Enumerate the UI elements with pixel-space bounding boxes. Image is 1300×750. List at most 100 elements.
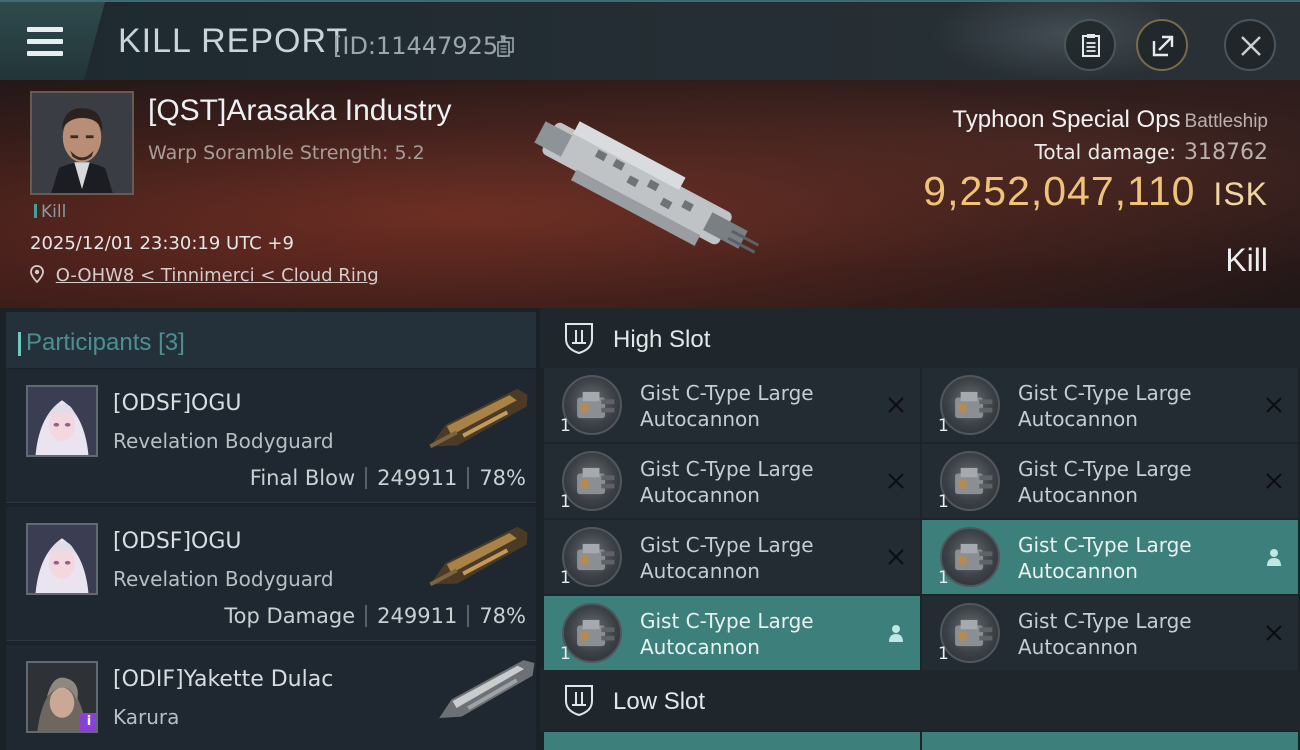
participant-ship: Revelation Bodyguard	[113, 567, 334, 591]
isk-unit: ISK	[1213, 176, 1268, 212]
participant-card[interactable]: i [ODIF]Yakette Dulac Karura	[6, 645, 536, 750]
module-name: Gist C-Type Large Autocannon	[640, 532, 870, 584]
victim-avatar[interactable]	[30, 91, 134, 195]
destroyed-x-icon	[888, 473, 904, 489]
low-slot-label: Low Slot	[613, 688, 706, 715]
participant-name: [ODSF]OGU	[113, 391, 242, 416]
participant-avatar	[26, 523, 98, 595]
participant-ship: Revelation Bodyguard	[113, 429, 334, 453]
destroyed-x-icon	[1266, 625, 1282, 641]
location-link[interactable]: O-OHW8 < Tinnimerci < Cloud Ring	[56, 265, 379, 286]
module-name-line2: Autocannon	[1018, 559, 1138, 583]
module-quantity: 1	[938, 492, 949, 512]
participant-stats: Top Damage 249911 78%	[224, 604, 526, 628]
high-slot-module[interactable]: 1 Gist C-Type Large Autocannon	[544, 520, 920, 594]
total-damage: Total damage: 318762	[1035, 140, 1268, 165]
clipboard-button[interactable]	[1064, 19, 1116, 71]
participant-name: [ODIF]Yakette Dulac	[113, 667, 334, 692]
module-name-line2: Autocannon	[1018, 483, 1138, 507]
module-name-line1: Gist C-Type Large	[1018, 609, 1192, 633]
module-quantity: 1	[938, 568, 949, 588]
module-name-line1: Gist C-Type Large	[640, 457, 814, 481]
high-slot-module[interactable]: 1 Gist C-Type Large Autocannon	[544, 444, 920, 518]
high-slot-label: High Slot	[613, 326, 711, 353]
high-slot-module[interactable]: 1 Gist C-Type Large Autocannon	[922, 368, 1298, 442]
high-slot-module[interactable]: 1 Gist C-Type Large Autocannon	[922, 520, 1298, 594]
module-name-line2: Autocannon	[640, 407, 760, 431]
autocannon-icon	[562, 451, 622, 511]
high-slot-module[interactable]: 1 Gist C-Type Large Autocannon	[544, 368, 920, 442]
dropped-person-icon	[889, 625, 903, 642]
kill-location[interactable]: O-OHW8 < Tinnimerci < Cloud Ring	[30, 265, 379, 286]
participant-card[interactable]: [ODSF]OGU Revelation Bodyguard Top Damag…	[6, 507, 536, 641]
menu-button[interactable]	[0, 2, 105, 80]
divider	[365, 467, 368, 489]
participant-card[interactable]: [ODSF]OGU Revelation Bodyguard Final Blo…	[6, 369, 536, 503]
autocannon-icon	[940, 451, 1000, 511]
ship-name: Typhoon Special Ops	[952, 106, 1181, 133]
top-bar: KILL REPORT [ID:11447925]	[0, 0, 1300, 82]
kill-result: Kill	[1225, 242, 1268, 278]
participant-role: Top Damage	[224, 604, 356, 628]
participant-stats: Final Blow 249911 78%	[250, 466, 526, 490]
divider	[467, 605, 470, 627]
kill-tag: Kill	[34, 202, 66, 222]
module-quantity: 1	[938, 416, 949, 436]
page-title: KILL REPORT	[118, 22, 349, 60]
hamburger-icon-bar	[27, 51, 63, 56]
participant-ship-image	[429, 526, 528, 587]
high-slot-module[interactable]: 1 Gist C-Type Large Autocannon	[922, 596, 1298, 670]
high-slot-header: High Slot	[540, 308, 1300, 368]
share-button[interactable]	[1136, 19, 1188, 71]
module-name-line1: Gist C-Type Large	[1018, 457, 1192, 481]
module-name-line2: Autocannon	[640, 635, 760, 659]
participant-ship-image	[429, 388, 528, 449]
hamburger-icon-bar	[27, 39, 63, 44]
close-button[interactable]	[1224, 19, 1276, 71]
module-name-line2: Autocannon	[640, 559, 760, 583]
high-slot-module[interactable]: 1 Gist C-Type Large Autocannon	[922, 444, 1298, 518]
share-icon	[1152, 35, 1174, 57]
module-name: Gist C-Type Large Autocannon	[640, 456, 870, 508]
participants-count: [3]	[158, 329, 185, 356]
ship-class: Battleship	[1184, 111, 1268, 132]
module-name: Gist C-Type Large Autocannon	[1018, 532, 1248, 584]
location-pin-icon	[30, 265, 44, 284]
module-name-line1: Gist C-Type Large	[1018, 533, 1192, 557]
ship-type[interactable]: Typhoon Special Ops Battleship	[952, 106, 1268, 134]
destroyed-x-icon	[888, 549, 904, 565]
module-quantity: 1	[938, 644, 949, 664]
kill-summary: [QST]Arasaka Industry Warp Soramble Stre…	[0, 80, 1300, 308]
victim-name[interactable]: [QST]Arasaka Industry	[148, 94, 451, 128]
module-name: Gist C-Type Large Autocannon	[640, 608, 870, 660]
autocannon-icon	[940, 603, 1000, 663]
copy-icon[interactable]	[497, 37, 515, 57]
participant-avatar	[26, 385, 98, 457]
low-slot-module-partial[interactable]	[922, 732, 1298, 750]
module-name: Gist C-Type Large Autocannon	[1018, 456, 1248, 508]
module-name-line1: Gist C-Type Large	[640, 609, 814, 633]
close-icon	[1241, 36, 1261, 56]
destroyed-x-icon	[1266, 473, 1282, 489]
module-quantity: 1	[560, 416, 571, 436]
participant-avatar: i	[26, 661, 98, 733]
high-slot-module[interactable]: 1 Gist C-Type Large Autocannon	[544, 596, 920, 670]
participants-panel: Participants [3] [ODSF]OGU Revelation Bo…	[0, 308, 540, 750]
autocannon-icon	[940, 375, 1000, 435]
hamburger-icon-bar	[27, 27, 63, 32]
fitting-panel: High Slot 1 Gist C-Type Large Autocannon 1 G…	[540, 308, 1300, 750]
autocannon-icon	[562, 375, 622, 435]
module-quantity: 1	[560, 568, 571, 588]
autocannon-icon	[562, 603, 622, 663]
participant-damage: 249911	[377, 604, 458, 628]
low-slot-module-partial[interactable]	[544, 732, 920, 750]
victim-ship-image	[534, 121, 760, 254]
divider	[467, 467, 470, 489]
participants-label: Participants	[26, 329, 152, 356]
participant-ship-image	[439, 660, 535, 718]
destroyed-x-icon	[888, 397, 904, 413]
isk-amount: 9,252,047,110	[923, 168, 1196, 214]
participants-header: Participants [3]	[6, 312, 536, 368]
participants-title: Participants [3]	[18, 329, 185, 357]
total-damage-label: Total damage:	[1034, 140, 1177, 164]
